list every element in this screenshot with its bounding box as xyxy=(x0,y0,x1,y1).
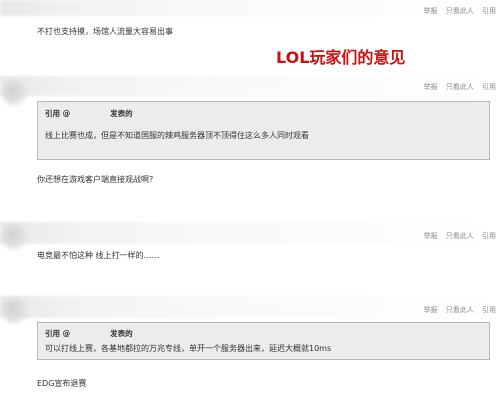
report-link[interactable]: 举报 xyxy=(424,306,438,314)
overlay-title: LOL玩家们的意见 xyxy=(276,48,406,67)
view-only-user-link[interactable]: 只看此人 xyxy=(446,7,474,15)
avatar xyxy=(2,224,28,250)
quote-link[interactable]: 引用 xyxy=(482,83,496,91)
quote-label: 引用 @ xyxy=(45,329,71,338)
post-text: 电竞最不怕这种 线上打一样的…… xyxy=(37,251,160,260)
view-only-user-link[interactable]: 只看此人 xyxy=(446,306,474,314)
view-only-user-link[interactable]: 只看此人 xyxy=(446,83,474,91)
report-link[interactable]: 举报 xyxy=(424,232,438,240)
quote-body: 可以打线上赛，各基地都拉的万兆专线，单开一个服务器出来，延迟大概就10ms xyxy=(45,344,332,353)
report-link[interactable]: 举报 xyxy=(424,7,438,15)
report-link[interactable]: 举报 xyxy=(424,83,438,91)
quote-block: 引用 @ 发表的 可以打线上赛，各基地都拉的万兆专线，单开一个服务器出来，延迟大概… xyxy=(37,322,490,360)
post-text: 不打也支持摸，场馆人流量大容易出事 xyxy=(37,27,173,36)
post-text: 你还想在游戏客户端直接观战啊? xyxy=(37,175,154,184)
avatar xyxy=(2,80,28,106)
post-actions: 举报 只看此人 引用 xyxy=(418,305,496,315)
quote-link[interactable]: 引用 xyxy=(482,306,496,314)
post-text: EDG宣布退赛 xyxy=(37,379,87,388)
post-actions: 举报 只看此人 引用 xyxy=(418,231,496,241)
quote-block: 引用 @ 发表的 线上比赛也成，但是不知道国服的辣鸡服务器顶不顶得住这么多人同时观… xyxy=(37,101,490,160)
avatar xyxy=(2,298,28,324)
post-actions: 举报 只看此人 引用 xyxy=(418,6,496,16)
post-actions: 举报 只看此人 引用 xyxy=(418,82,496,92)
quote-body: 线上比赛也成，但是不知道国服的辣鸡服务器顶不顶得住这么多人同时观看 xyxy=(45,131,309,140)
quote-header: 引用 @ 发表的 xyxy=(45,328,133,339)
quote-posted-label: 发表的 xyxy=(110,109,133,118)
quote-link[interactable]: 引用 xyxy=(482,232,496,240)
view-only-user-link[interactable]: 只看此人 xyxy=(446,232,474,240)
quote-header: 引用 @ 发表的 xyxy=(45,108,133,119)
quote-posted-label: 发表的 xyxy=(110,329,133,338)
quote-label: 引用 @ xyxy=(45,109,71,118)
quote-link[interactable]: 引用 xyxy=(482,7,496,15)
